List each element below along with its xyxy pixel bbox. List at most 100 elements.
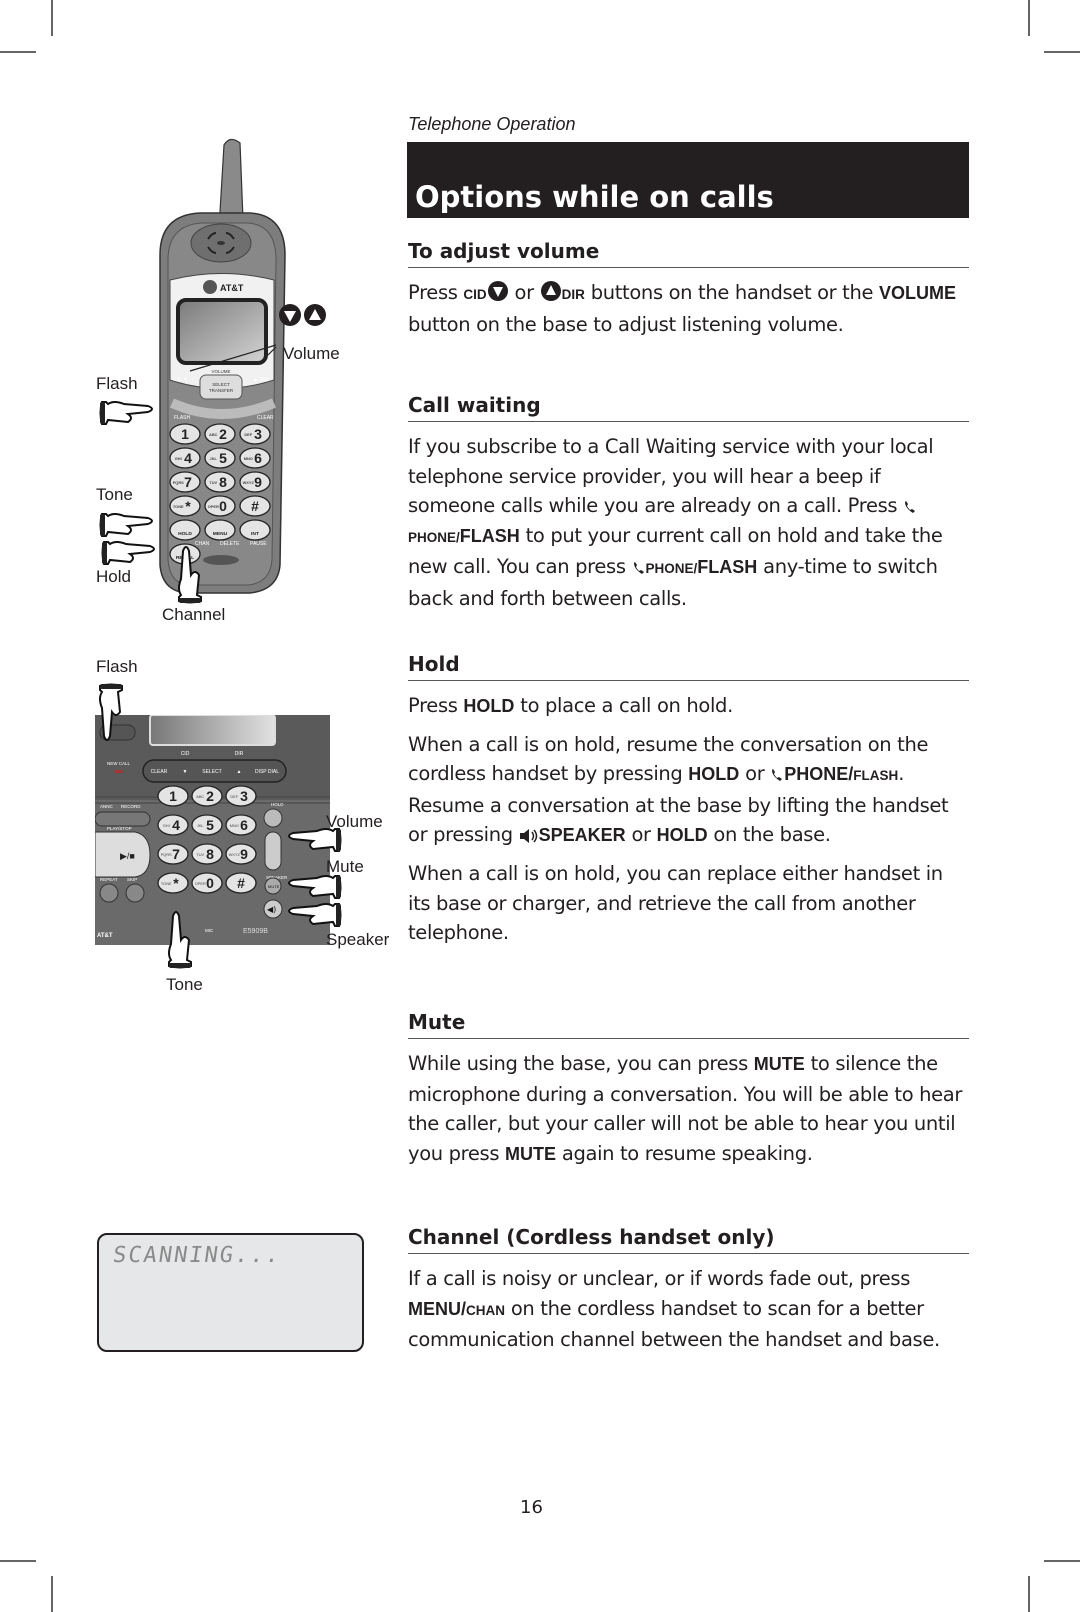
handset-screen xyxy=(176,298,268,365)
page-number: 16 xyxy=(520,1497,543,1518)
keypad-key-label: 0 xyxy=(219,498,227,514)
section-label: Telephone Operation xyxy=(408,114,576,134)
section-volume: To adjust volume Press CID or DIR button… xyxy=(408,238,969,339)
keypad-key-label: 8 xyxy=(206,846,214,862)
label-flash: Flash xyxy=(96,374,138,393)
svg-text:MUTE: MUTE xyxy=(268,884,280,889)
label-channel: Channel xyxy=(162,605,226,624)
keypad-key-label: HOLD xyxy=(178,531,192,537)
section-body: Press HOLD to place a call on hold. xyxy=(408,694,733,717)
base-nav-clear: CLEAR xyxy=(151,769,168,775)
label-mute-base: Mute xyxy=(326,857,364,876)
section-body: While using the base, you can press MUTE… xyxy=(408,1052,963,1165)
phone-icon xyxy=(905,501,916,514)
section-body: If a call is noisy or unclear, or if wor… xyxy=(408,1267,940,1352)
keypad-key-label: 3 xyxy=(240,788,248,804)
svg-text:CLEAR: CLEAR xyxy=(257,415,274,421)
volume-down-icon xyxy=(487,281,508,301)
label-tone: Tone xyxy=(96,485,133,504)
keypad-key-letters: PQRS xyxy=(173,480,184,485)
pointing-hand-channel-icon xyxy=(178,546,202,604)
section-heading: Hold xyxy=(408,651,969,681)
label-flash-base: Flash xyxy=(96,657,138,676)
keypad-key-label: 1 xyxy=(181,426,189,442)
svg-text:CID: CID xyxy=(181,751,190,757)
keypad-key-label: * xyxy=(173,875,179,891)
pointing-hand-flash-base-icon xyxy=(99,683,123,741)
keypad-key-letters: TUV xyxy=(196,852,204,857)
pointing-hand-flash-icon xyxy=(99,401,153,425)
pointing-hand-hold-icon xyxy=(101,541,155,565)
keypad-key-letters: OPER xyxy=(195,881,206,886)
svg-text:AT&T: AT&T xyxy=(97,933,113,939)
keypad-key-label: 2 xyxy=(206,788,214,804)
keypad-key-letters: MNO xyxy=(230,823,239,828)
section-call-waiting: Call waiting If you subscribe to a Call … xyxy=(408,392,969,614)
keypad-key-label: 4 xyxy=(172,817,180,833)
volume-up-icon xyxy=(540,281,561,301)
crop-mark xyxy=(51,0,53,36)
label-volume-base: Volume xyxy=(326,812,383,831)
keypad-key-label: 4 xyxy=(184,450,192,466)
label-volume: Volume xyxy=(283,344,340,363)
section-heading: To adjust volume xyxy=(408,238,969,268)
svg-text:MIC: MIC xyxy=(205,928,214,933)
keypad-key-letters: TONE xyxy=(173,504,184,509)
att-logo-icon xyxy=(203,280,217,294)
svg-text:PAUSE: PAUSE xyxy=(250,541,267,547)
pointing-hand-speaker-icon xyxy=(288,903,342,927)
keypad-key-letters: ABC xyxy=(209,432,218,437)
svg-text:VOLUME: VOLUME xyxy=(211,369,230,374)
svg-text:DIR: DIR xyxy=(235,751,244,757)
keypad-key-letters: PQRS xyxy=(161,852,172,857)
keypad-key-label: 6 xyxy=(254,450,262,466)
svg-text:SELECT: SELECT xyxy=(212,382,230,387)
keypad-key-letters: JKL xyxy=(197,823,205,828)
label-hold: Hold xyxy=(96,567,131,586)
keypad-key-letters: DEF xyxy=(230,794,238,799)
keypad-key-label: 3 xyxy=(254,426,262,442)
section-body: Press CID or DIR buttons on the handset … xyxy=(408,281,956,336)
svg-text:SELECT: SELECT xyxy=(202,769,221,775)
keypad-key xyxy=(204,519,236,541)
keypad-key-label: INT xyxy=(251,531,259,537)
keypad-key-label: 7 xyxy=(172,846,180,862)
svg-text:RECORD: RECORD xyxy=(121,804,141,809)
svg-text:CID ▼: CID ▼ xyxy=(173,377,188,383)
lcd-display: SCANNING... xyxy=(97,1233,364,1352)
keypad-key-letters: WXYZ xyxy=(243,480,255,485)
section-body: If you subscribe to a Call Waiting servi… xyxy=(408,435,943,610)
crop-mark xyxy=(51,1576,53,1612)
svg-text:▲ DIR: ▲ DIR xyxy=(253,377,268,383)
keypad-key-label: 2 xyxy=(219,426,227,442)
keypad-key-letters: OPER xyxy=(208,504,219,509)
label-tone-base: Tone xyxy=(166,975,203,994)
base-model: E5909B xyxy=(243,928,268,935)
svg-text:PLAY/STOP: PLAY/STOP xyxy=(107,826,132,831)
svg-text:▶/■: ▶/■ xyxy=(120,851,135,861)
label-speaker-base: Speaker xyxy=(326,930,390,949)
svg-text:ANNC: ANNC xyxy=(100,804,114,809)
section-body: When a call is on hold, resume the conve… xyxy=(408,732,949,847)
keypad-key-letters: WXYZ xyxy=(229,852,241,857)
keypad-key-letters: TUV xyxy=(209,480,217,485)
keypad-key-label: # xyxy=(251,498,259,514)
speaker-icon xyxy=(519,829,537,844)
crop-mark xyxy=(0,1560,36,1562)
page-title: Options while on calls xyxy=(415,180,774,214)
section-channel: Channel (Cordless handset only) If a cal… xyxy=(408,1224,969,1355)
crop-mark xyxy=(1028,0,1030,36)
svg-text:HOLD: HOLD xyxy=(271,802,284,807)
crop-mark xyxy=(1044,51,1080,53)
pointing-hand-tone-icon xyxy=(99,513,153,537)
svg-text:▼: ▼ xyxy=(183,769,188,775)
svg-text:SKIP: SKIP xyxy=(127,877,137,882)
title-bar: Options while on calls xyxy=(407,142,969,218)
svg-text:FLASH: FLASH xyxy=(174,415,191,421)
section-mute: Mute While using the base, you can press… xyxy=(408,1009,969,1169)
keypad-key-label: 6 xyxy=(240,817,248,833)
svg-text:NEW CALL: NEW CALL xyxy=(107,761,131,766)
keypad-key-label: 5 xyxy=(206,817,214,833)
keypad-key-letters: DEF xyxy=(244,432,252,437)
keypad-key-letters: MNO xyxy=(244,456,253,461)
